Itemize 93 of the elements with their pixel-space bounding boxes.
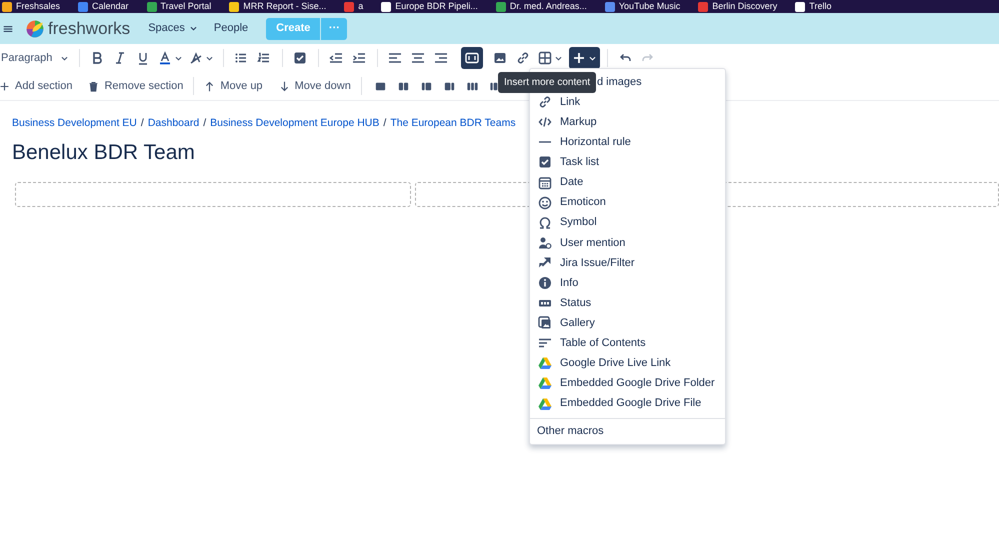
text-color-icon [158, 51, 172, 65]
horizontal-line-icon [538, 141, 552, 144]
bookmark-link[interactable]: Europe BDR Pipeli... [381, 0, 478, 13]
numbered-list-icon [257, 51, 272, 65]
bookmark-link[interactable]: YouTube Music [604, 0, 680, 13]
bookmark-link[interactable]: Calendar [78, 0, 129, 13]
breadcrumb-link[interactable]: Business Development EU [12, 116, 137, 132]
image-icon [493, 51, 508, 65]
page-layout-button[interactable] [461, 47, 484, 69]
menu-item[interactable]: Task list [530, 152, 725, 172]
bullet-list-icon [234, 51, 248, 65]
omega-icon [538, 216, 552, 230]
align-left-icon [388, 51, 402, 65]
align-center-icon [411, 51, 426, 65]
link-icon [538, 95, 552, 110]
bookmark-favicon-icon [2, 2, 12, 12]
plus-icon [572, 51, 586, 65]
other-macros-link[interactable]: Other macros [530, 420, 725, 442]
arrow-down-icon [278, 80, 290, 92]
logo-text: freshworks [48, 18, 130, 40]
arrow-up-icon [204, 80, 216, 92]
caret-icon [188, 24, 198, 33]
logo-icon [26, 20, 44, 38]
bold-icon [90, 51, 104, 65]
trash-icon [88, 80, 100, 92]
gallery-icon [538, 316, 552, 330]
move-down-button[interactable]: Move down [278, 75, 351, 97]
menu-item[interactable]: Jira Issue/Filter [530, 252, 725, 273]
bookmark-link[interactable]: a [344, 0, 364, 13]
menu-item[interactable]: User mention [530, 232, 725, 253]
google-drive-icon [538, 396, 552, 411]
breadcrumb-separator: / [140, 116, 144, 131]
page-layout-icon [465, 51, 480, 65]
bookmark-favicon-icon [146, 2, 157, 12]
paragraph-style-dropdown[interactable]: Paragraph [1, 47, 74, 69]
info-icon [538, 276, 552, 290]
bookmark-link[interactable]: MRR Report - Sise... [229, 0, 326, 13]
menu-item[interactable]: Link [530, 92, 725, 112]
jira-icon [538, 256, 552, 270]
table-icon [538, 51, 552, 65]
checkbox-icon [538, 155, 552, 170]
breadcrumb-link[interactable]: Dashboard [148, 116, 200, 132]
bookmark-favicon-icon [78, 2, 88, 12]
bookmark-favicon-icon [698, 2, 708, 12]
page-title: Benelux BDR Team [12, 140, 195, 165]
menu-item[interactable]: Table of Contents [530, 333, 725, 354]
link-icon [516, 51, 530, 65]
menu-icon [3, 24, 13, 34]
menu-item[interactable]: Google Drive Live Link [530, 353, 725, 374]
calendar-icon [538, 176, 552, 190]
indent-icon [352, 51, 366, 65]
bookmark-favicon-icon [604, 2, 615, 12]
menu-item[interactable]: Embedded Google Drive File [530, 394, 725, 414]
outdent-icon [329, 51, 344, 65]
remove-section-button[interactable]: Remove section [88, 75, 184, 97]
menu-item[interactable]: Horizontal rule [530, 132, 725, 152]
bookmark-link[interactable]: Trello [795, 0, 832, 13]
bookmark-favicon-icon [795, 2, 806, 12]
menu-item[interactable]: Gallery [530, 313, 725, 334]
breadcrumb-separator: / [203, 116, 206, 131]
align-right-icon [434, 51, 448, 65]
tooltip: Insert more content [498, 72, 596, 93]
bookmark-link[interactable]: Dr. med. Andreas... [496, 0, 587, 13]
google-drive-icon [538, 376, 552, 390]
breadcrumb-link[interactable]: The European BDR Teams [390, 116, 516, 132]
clear-formatting-icon [188, 51, 203, 65]
plus-icon [0, 80, 10, 92]
menu-item[interactable]: Emoticon [530, 192, 725, 213]
bookmark-link[interactable]: Berlin Discovery [698, 0, 778, 13]
user-mention-icon [538, 236, 552, 250]
bookmark-link[interactable]: Travel Portal [146, 0, 212, 13]
spaces-menu[interactable]: Spaces [142, 17, 204, 40]
breadcrumb-link[interactable]: Business Development Europe HUB [210, 116, 380, 132]
code-icon [538, 115, 552, 130]
bookmark-favicon-icon [229, 2, 240, 12]
bookmark-favicon-icon [381, 2, 392, 12]
move-up-button[interactable]: Move up [204, 75, 263, 97]
add-section-button[interactable]: Add section [0, 75, 72, 97]
insert-button[interactable] [569, 47, 600, 69]
menu-item[interactable]: Symbol [530, 212, 725, 233]
google-drive-icon [538, 356, 552, 370]
menu-item[interactable]: Info [530, 272, 725, 294]
bookmark-favicon-icon [496, 2, 506, 12]
menu-item[interactable]: Status [530, 293, 725, 314]
menu-item[interactable]: Date [530, 172, 725, 193]
nav-link[interactable]: People [208, 17, 254, 40]
bookmark-link[interactable]: Freshsales [2, 0, 60, 13]
menu-item[interactable]: Embedded Google Drive Folder [530, 373, 725, 394]
menu-item[interactable]: Markup [530, 112, 725, 132]
smiley-icon [538, 196, 552, 210]
checkbox-icon [293, 51, 308, 65]
bookmark-favicon-icon [344, 2, 354, 12]
breadcrumb-separator: / [383, 116, 386, 131]
